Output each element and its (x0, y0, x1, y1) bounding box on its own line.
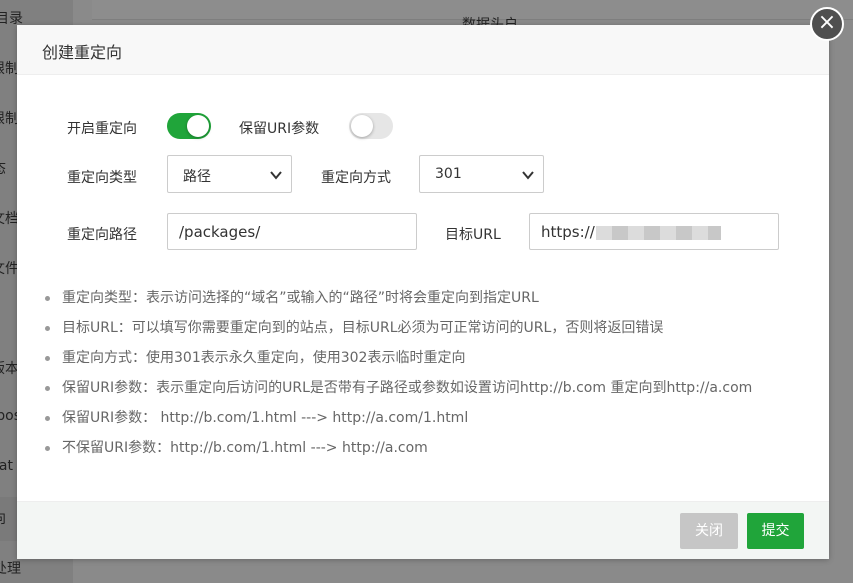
toggle-knob (187, 115, 209, 137)
redirect-path-input[interactable]: /packages/ (167, 213, 417, 250)
tip-item: 重定向方式：使用301表示永久重定向，使用302表示临时重定向 (45, 348, 825, 378)
target-url-value: https:// (541, 223, 595, 241)
chevron-down-icon (270, 171, 282, 180)
dialog-header: 创建重定向 (17, 25, 829, 75)
close-icon[interactable]: × (810, 7, 844, 41)
help-tips-list: 重定向类型：表示访问选择的“域名”或输入的“路径”时将会重定向到指定URL 目标… (45, 288, 825, 468)
tip-item: 保留URI参数：表示重定向后访问的URL是否带有子路径或参数如设置访问http:… (45, 378, 825, 408)
redacted-url-text (596, 226, 721, 240)
enable-redirect-label: 开启重定向 (67, 121, 137, 137)
tip-item: 目标URL：可以填写你需要重定向到的站点，目标URL必须为可正常访问的URL，否… (45, 318, 825, 348)
dialog-footer: 关闭 提交 (17, 501, 829, 559)
redirect-type-label: 重定向类型 (67, 170, 137, 186)
chevron-down-icon (522, 171, 534, 180)
target-url-label: 目标URL (445, 227, 501, 243)
create-redirect-dialog: 创建重定向 开启重定向 保留URI参数 重定向类型 路径 重定向方式 301 重… (17, 25, 829, 559)
sidebar-fragment: 处理 (0, 561, 21, 577)
toggle-knob (351, 115, 373, 137)
tip-item: 重定向类型：表示访问选择的“域名”或输入的“路径”时将会重定向到指定URL (45, 288, 825, 318)
close-button[interactable]: 关闭 (680, 513, 738, 549)
submit-button[interactable]: 提交 (747, 513, 804, 549)
redirect-method-select[interactable]: 301 (419, 155, 544, 193)
redirect-method-value: 301 (435, 166, 462, 182)
redirect-path-label: 重定向路径 (67, 227, 137, 243)
keep-uri-toggle[interactable] (349, 113, 393, 139)
background-header: 数据头户 (92, 0, 853, 33)
dialog-title: 创建重定向 (42, 43, 123, 62)
tip-item: 保留URI参数： http://b.com/1.html ---> http:/… (45, 408, 825, 438)
redirect-method-label: 重定向方式 (321, 170, 391, 186)
enable-redirect-toggle[interactable] (167, 113, 211, 139)
redirect-type-value: 路径 (183, 169, 211, 185)
tip-item: 不保留URI参数：http://b.com/1.html ---> http:/… (45, 438, 825, 468)
redirect-type-select[interactable]: 路径 (167, 155, 292, 193)
redirect-path-value: /packages/ (179, 223, 261, 241)
target-url-input[interactable]: https:// (529, 213, 779, 250)
keep-uri-label: 保留URI参数 (239, 121, 320, 137)
